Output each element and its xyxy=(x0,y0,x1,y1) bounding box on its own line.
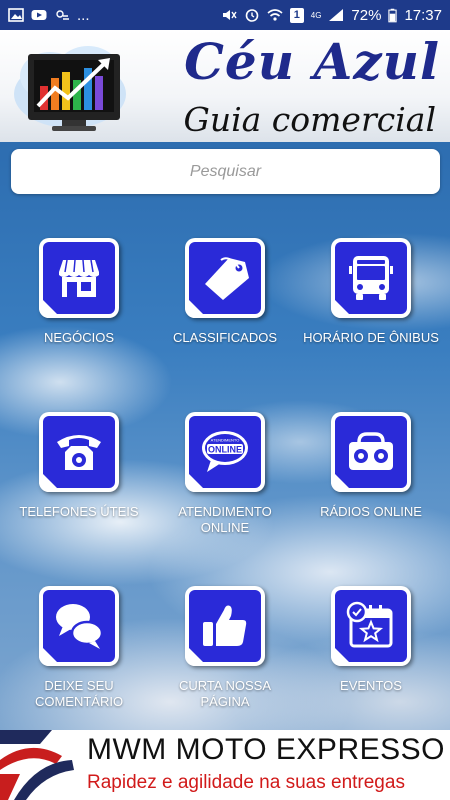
menu-item-classificados[interactable]: CLASSIFICADOS xyxy=(155,238,295,346)
status-bar: ... 1 4G 72% 17:37 xyxy=(0,0,450,30)
tile-icon-frame: ATENDIMENTO ONLINE xyxy=(185,412,265,492)
app-subtitle: Guia comercial xyxy=(183,100,436,139)
search-input[interactable] xyxy=(11,149,440,194)
menu-item-label: CURTA NOSSA PÁGINA xyxy=(179,678,271,709)
battery-percent: 72% xyxy=(351,6,382,24)
battery-icon xyxy=(388,8,398,22)
menu-item-eventos[interactable]: EVENTOS xyxy=(301,586,441,694)
menu-item-label: RÁDIOS ONLINE xyxy=(320,504,422,519)
status-right: 1 4G 72% 17:37 xyxy=(221,7,442,24)
menu-item-curta-pagina[interactable]: CURTA NOSSA PÁGINA xyxy=(155,586,295,710)
ad-title: MWM MOTO EXPRESSO xyxy=(87,733,445,766)
calendar-star-icon xyxy=(346,601,393,648)
tile-icon-frame xyxy=(331,412,411,492)
menu-item-label: TELEFONES ÚTEIS xyxy=(19,504,139,519)
thumbs-up-icon xyxy=(203,605,247,646)
tile-icon-frame xyxy=(185,238,265,318)
wifi-icon xyxy=(267,9,283,21)
tile-icon-frame xyxy=(331,238,411,318)
ad-banner[interactable]: MWM MOTO EXPRESSO Rapidez e agilidade na… xyxy=(0,730,450,800)
radio-icon xyxy=(349,432,393,470)
tile-icon-frame xyxy=(185,586,265,666)
tile-icon-frame xyxy=(39,412,119,492)
monitor-chart-logo-icon xyxy=(14,46,126,131)
menu-item-radios-online[interactable]: RÁDIOS ONLINE xyxy=(301,412,441,520)
sim-badge: 1 xyxy=(289,7,304,23)
tile-icon-frame xyxy=(331,586,411,666)
app-title: Céu Azul xyxy=(184,32,440,91)
tile-icon-frame xyxy=(39,238,119,318)
store-icon xyxy=(59,259,99,297)
moto-express-logo-icon xyxy=(0,730,74,800)
youtube-icon xyxy=(31,10,47,20)
gallery-icon xyxy=(8,8,24,22)
price-tag-icon xyxy=(205,257,249,300)
network-type: 4G xyxy=(310,10,322,20)
more-notifications: ... xyxy=(77,6,90,24)
badge-main-text: ONLINE xyxy=(208,445,242,455)
comment-bubbles-icon xyxy=(56,604,104,649)
menu-item-label: CLASSIFICADOS xyxy=(172,330,278,345)
bus-icon xyxy=(349,256,393,300)
badge-top-text: ATENDIMENTO xyxy=(211,438,240,443)
menu-item-atendimento-online[interactable]: ATENDIMENTO ONLINE ATENDIMENTO ONLINE xyxy=(155,412,295,536)
ad-tagline: Rapidez e agilidade na suas entregas xyxy=(87,772,405,793)
menu-item-label: DEIXE SEU COMENTÁRIO xyxy=(34,678,124,709)
weather-icon xyxy=(56,10,69,20)
menu-item-label: HORÁRIO DE ÔNIBUS xyxy=(303,330,439,345)
alarm-icon xyxy=(245,9,259,22)
menu-item-telefones-uteis[interactable]: TELEFONES ÚTEIS xyxy=(9,412,149,520)
signal-icon xyxy=(329,9,344,21)
online-chat-icon: ATENDIMENTO ONLINE xyxy=(202,431,248,472)
tile-icon-frame xyxy=(39,586,119,666)
menu-item-negocios[interactable]: NEGÓCIOS xyxy=(9,238,149,346)
telephone-icon xyxy=(57,435,101,470)
menu-item-deixe-comentario[interactable]: DEIXE SEU COMENTÁRIO xyxy=(9,586,149,710)
clock: 17:37 xyxy=(404,6,442,24)
app-header: Céu Azul Guia comercial xyxy=(0,30,450,142)
status-left: ... xyxy=(8,7,90,24)
menu-item-label: EVENTOS xyxy=(340,678,402,693)
menu-item-horario-onibus[interactable]: HORÁRIO DE ÔNIBUS xyxy=(301,238,441,346)
menu-item-label: NEGÓCIOS xyxy=(43,330,115,345)
menu-item-label: ATENDIMENTO ONLINE xyxy=(178,504,272,535)
mute-icon xyxy=(222,10,237,20)
